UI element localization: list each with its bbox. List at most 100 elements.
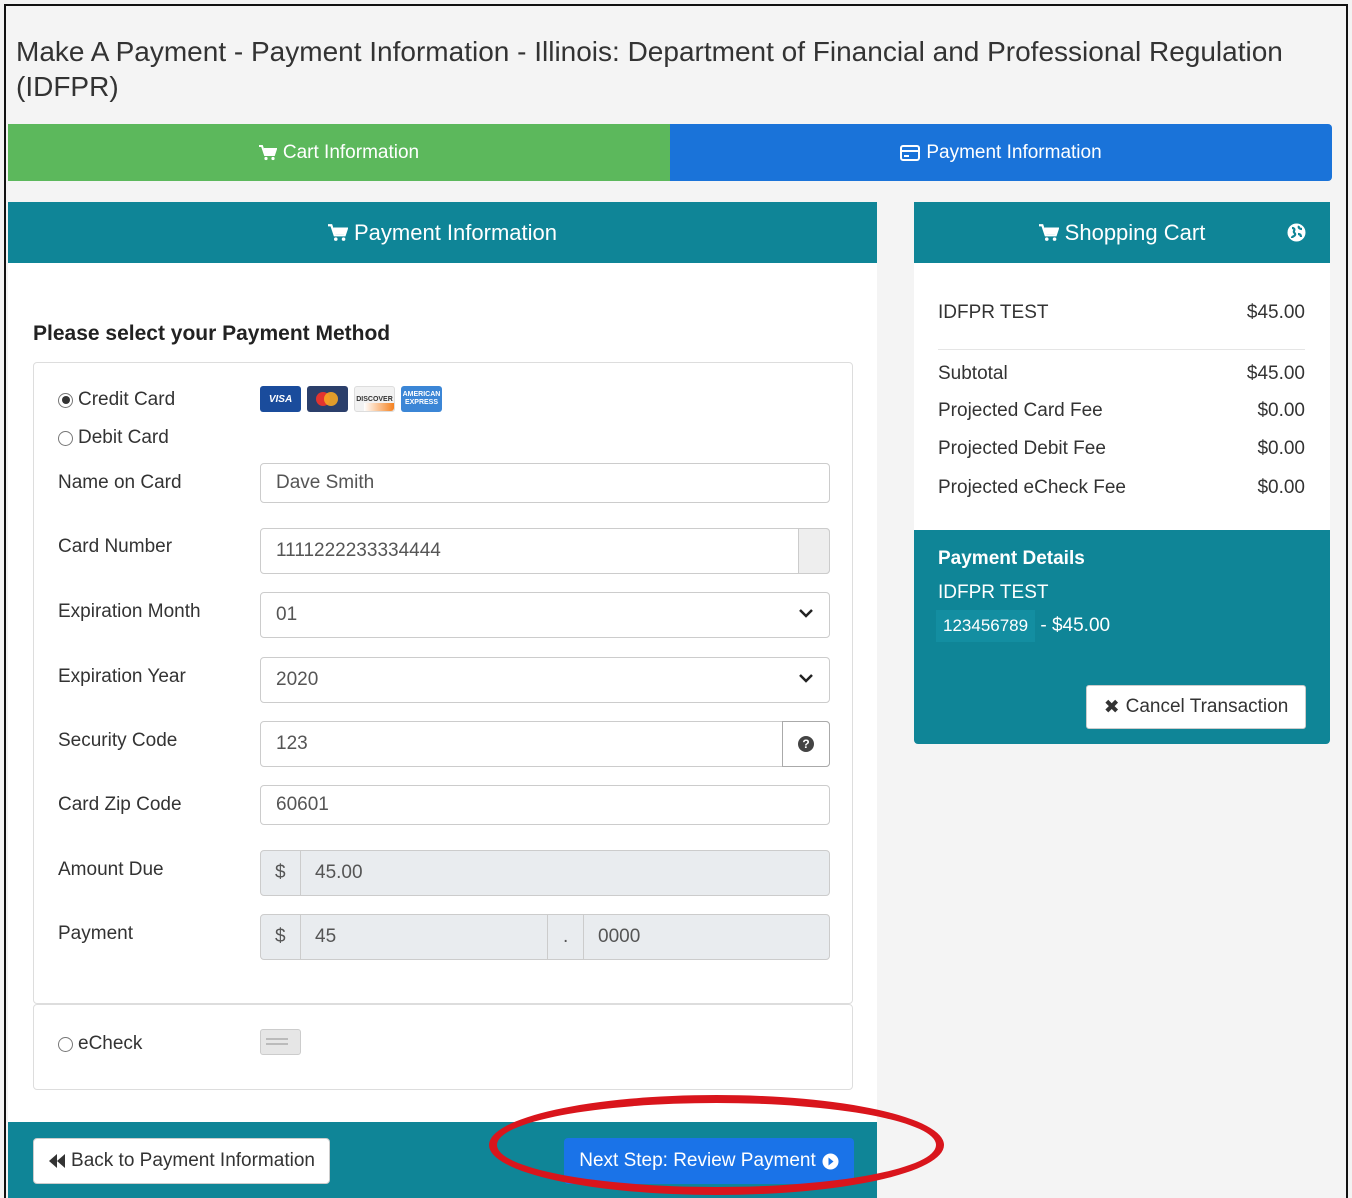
projected-card-fee-value: $0.00 xyxy=(1257,400,1305,421)
step-label: Cart Information xyxy=(282,141,420,163)
security-code-input[interactable]: 123 ? xyxy=(260,721,830,767)
chevron-down-icon xyxy=(799,674,813,683)
security-code-row: Security Code 123 ? xyxy=(58,721,830,767)
expiration-month-label: Expiration Month xyxy=(58,601,201,622)
debit-card-option[interactable]: Debit Card xyxy=(58,427,169,449)
step-cart-information[interactable]: Cart Information xyxy=(8,124,670,181)
projected-debit-fee-value: $0.00 xyxy=(1257,438,1305,459)
expiration-year-label: Expiration Year xyxy=(58,666,186,687)
amount-due-value: 45.00 xyxy=(315,862,363,883)
panel-header: Payment Information xyxy=(8,202,877,263)
card-number-input[interactable]: 1111222233334444 xyxy=(260,528,830,574)
credit-card-radio[interactable] xyxy=(58,392,73,408)
card-zip-code-input[interactable]: 60601 xyxy=(260,785,830,825)
close-icon: ✖ xyxy=(1103,696,1120,718)
cart-icon xyxy=(258,144,277,160)
card-number-value: 1111222233334444 xyxy=(276,540,441,561)
projected-card-fee-row: Projected Card Fee $0.00 xyxy=(938,400,1305,422)
panel-footer: Back to Payment Information Next Step: R… xyxy=(8,1122,877,1198)
echeck-option[interactable]: eCheck xyxy=(58,1033,142,1055)
page-frame: Make A Payment - Payment Information - I… xyxy=(4,4,1348,1198)
amount-due-currency: $ xyxy=(261,851,301,895)
back-button-label: Back to Payment Information xyxy=(71,1150,315,1171)
page-title: Make A Payment - Payment Information - I… xyxy=(16,36,1283,102)
projected-debit-fee-row: Projected Debit Fee $0.00 xyxy=(938,438,1305,460)
card-number-label: Card Number xyxy=(58,536,173,557)
name-on-card-input[interactable]: Dave Smith xyxy=(260,463,830,503)
expiration-month-select[interactable]: 01 xyxy=(260,592,830,638)
subtotal-label: Subtotal xyxy=(938,363,1008,384)
expiration-year-row: Expiration Year 2020 xyxy=(58,657,830,703)
subtotal-row: Subtotal $45.00 xyxy=(938,363,1305,385)
divider xyxy=(938,349,1305,350)
check-icon xyxy=(260,1029,301,1055)
section-title: Please select your Payment Method xyxy=(33,322,391,345)
credit-card-label: Credit Card xyxy=(78,389,176,410)
cancel-button-label: Cancel Transaction xyxy=(1125,696,1289,717)
payment-details-title: Payment Details xyxy=(938,548,1085,569)
visa-logo-icon: VISA xyxy=(260,386,301,412)
projected-echeck-fee-value: $0.00 xyxy=(1257,477,1305,498)
debit-card-radio[interactable] xyxy=(58,430,73,446)
step-label: Payment Information xyxy=(926,141,1102,163)
credit-card-icon xyxy=(900,144,921,161)
payment-details-section: Payment Details IDFPR TEST 123456789 - $… xyxy=(914,530,1330,744)
security-code-help-button[interactable]: ? xyxy=(782,721,830,767)
payment-label: Payment xyxy=(58,923,133,944)
card-logos: VISA DISCOVER AMERICAN EXPRESS xyxy=(260,386,442,412)
cart-item-amount: $45.00 xyxy=(1246,302,1305,323)
payment-details-amount: - $45.00 xyxy=(1035,615,1111,636)
expiration-month-value: 01 xyxy=(276,604,298,625)
panel-header: Shopping Cart xyxy=(914,202,1330,263)
card-payment-box: Credit Card VISA DISCOVER AMERICAN EXPRE… xyxy=(33,362,853,1004)
projected-echeck-fee-label: Projected eCheck Fee xyxy=(938,477,1126,498)
echeck-label: eCheck xyxy=(78,1033,143,1054)
card-number-addon[interactable] xyxy=(798,528,830,574)
cart-item-row: IDFPR TEST $45.00 xyxy=(938,302,1305,324)
shopping-cart-panel: Shopping Cart IDFPR TEST $45.00 Subtotal… xyxy=(914,202,1330,744)
cancel-transaction-button[interactable]: ✖ Cancel Transaction xyxy=(1086,685,1306,729)
progress-steps: Cart Information Payment Information xyxy=(8,124,1332,181)
discover-logo-text: DISCOVER xyxy=(356,395,393,403)
discover-logo-icon: DISCOVER xyxy=(354,386,395,412)
payment-dollars-input[interactable]: 45 xyxy=(301,915,548,959)
echeck-radio[interactable] xyxy=(58,1036,73,1052)
card-zip-code-row: Card Zip Code 60601 xyxy=(58,785,830,825)
panel-title: Payment Information xyxy=(354,219,557,245)
payment-cents-input[interactable]: 0000 xyxy=(584,915,640,959)
mastercard-logo-icon xyxy=(307,386,348,412)
globe-icon[interactable] xyxy=(1287,223,1306,242)
card-number-row: Card Number 1111222233334444 xyxy=(58,528,830,574)
play-circle-icon xyxy=(822,1153,839,1169)
projected-card-fee-label: Projected Card Fee xyxy=(938,400,1103,421)
payment-currency: $ xyxy=(261,915,301,959)
credit-card-option[interactable]: Credit Card xyxy=(58,389,175,411)
next-step-review-payment-button[interactable]: Next Step: Review Payment xyxy=(564,1138,854,1184)
security-code-value: 123 xyxy=(276,733,308,754)
payment-details-account-line: 123456789 - $45.00 xyxy=(936,610,1110,642)
projected-debit-fee-label: Projected Debit Fee xyxy=(938,438,1106,459)
amount-due-row: Amount Due $ 45.00 xyxy=(58,850,830,896)
account-number: 123456789 xyxy=(936,610,1036,642)
step-payment-information[interactable]: Payment Information xyxy=(670,124,1332,181)
debit-card-label: Debit Card xyxy=(78,427,169,448)
question-circle-icon: ? xyxy=(798,736,814,752)
payment-information-panel: Payment Information Please select your P… xyxy=(8,202,877,1198)
amex-logo-icon: AMERICAN EXPRESS xyxy=(401,386,442,412)
chevron-down-icon xyxy=(799,609,813,618)
name-on-card-label: Name on Card xyxy=(58,472,182,493)
expiration-year-value: 2020 xyxy=(276,669,319,690)
card-zip-code-label: Card Zip Code xyxy=(58,794,182,815)
projected-echeck-fee-row: Projected eCheck Fee $0.00 xyxy=(938,477,1305,499)
expiration-month-row: Expiration Month 01 xyxy=(58,592,830,638)
payment-row: Payment $ 45 . 0000 xyxy=(58,914,830,960)
subtotal-value: $45.00 xyxy=(1246,363,1305,384)
amount-due-label: Amount Due xyxy=(58,859,164,880)
back-to-payment-information-button[interactable]: Back to Payment Information xyxy=(33,1138,330,1184)
security-code-label: Security Code xyxy=(58,730,178,751)
cart-icon xyxy=(1038,223,1059,241)
expiration-year-select[interactable]: 2020 xyxy=(260,657,830,703)
backward-icon xyxy=(49,1154,66,1168)
payment-field: $ 45 . 0000 xyxy=(260,914,830,960)
cart-item-name: IDFPR TEST xyxy=(938,302,1049,323)
